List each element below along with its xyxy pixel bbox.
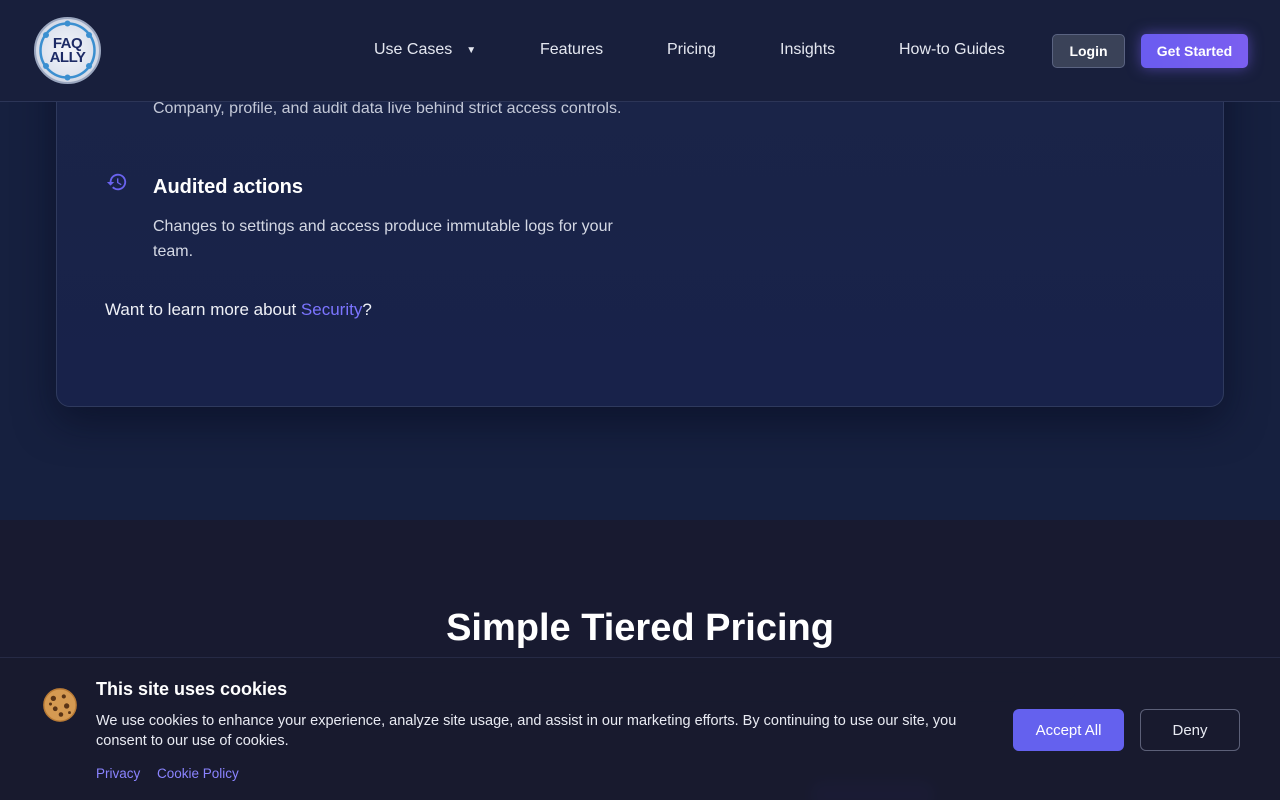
audited-actions-description: Changes to settings and access produce i…: [153, 218, 613, 260]
cookie-icon: [43, 688, 77, 722]
top-navbar: FAQ ALLY Use Cases ▼ Features Pricing Ins…: [0, 0, 1280, 102]
cookie-banner-title: This site uses cookies: [96, 679, 288, 699]
privacy-link[interactable]: Privacy: [96, 765, 140, 783]
logo-line-2: ALLY: [49, 48, 86, 66]
nav-insights[interactable]: Insights: [780, 40, 835, 60]
login-button[interactable]: Login: [1052, 34, 1125, 68]
accept-all-button[interactable]: Accept All: [1013, 709, 1124, 751]
logo-wordmark: FAQ ALLY: [49, 36, 86, 66]
deny-button[interactable]: Deny: [1140, 709, 1240, 751]
nav-use-cases[interactable]: Use Cases ▼: [374, 40, 476, 62]
chevron-down-icon: ▼: [466, 45, 477, 56]
pricing-title: Simple Tiered Pricing: [446, 607, 834, 649]
cookie-banner-text: We use cookies to enhance your experienc…: [96, 713, 957, 749]
nav-how-to-guides[interactable]: How-to Guides: [899, 40, 1005, 60]
learn-more-prefix: Want to learn more about: [105, 300, 301, 319]
nav-features[interactable]: Features: [540, 40, 603, 60]
get-started-button[interactable]: Get Started: [1141, 34, 1248, 68]
history-icon: [106, 173, 127, 191]
faq-ally-logo[interactable]: FAQ ALLY: [34, 17, 101, 84]
audited-actions-title: Audited actions: [153, 176, 304, 198]
cookie-policy-link[interactable]: Cookie Policy: [157, 765, 239, 783]
access-controls-text: Company, profile, and audit data live be…: [153, 100, 622, 117]
nav-pricing[interactable]: Pricing: [667, 40, 716, 60]
nav-use-cases-label: Use Cases: [374, 41, 453, 58]
learn-more-suffix: ?: [362, 300, 372, 319]
cookie-banner: This site uses cookies We use cookies to…: [0, 657, 1280, 800]
security-link[interactable]: Security: [301, 300, 362, 319]
learn-more-text: Want to learn more about Security?: [105, 299, 372, 321]
